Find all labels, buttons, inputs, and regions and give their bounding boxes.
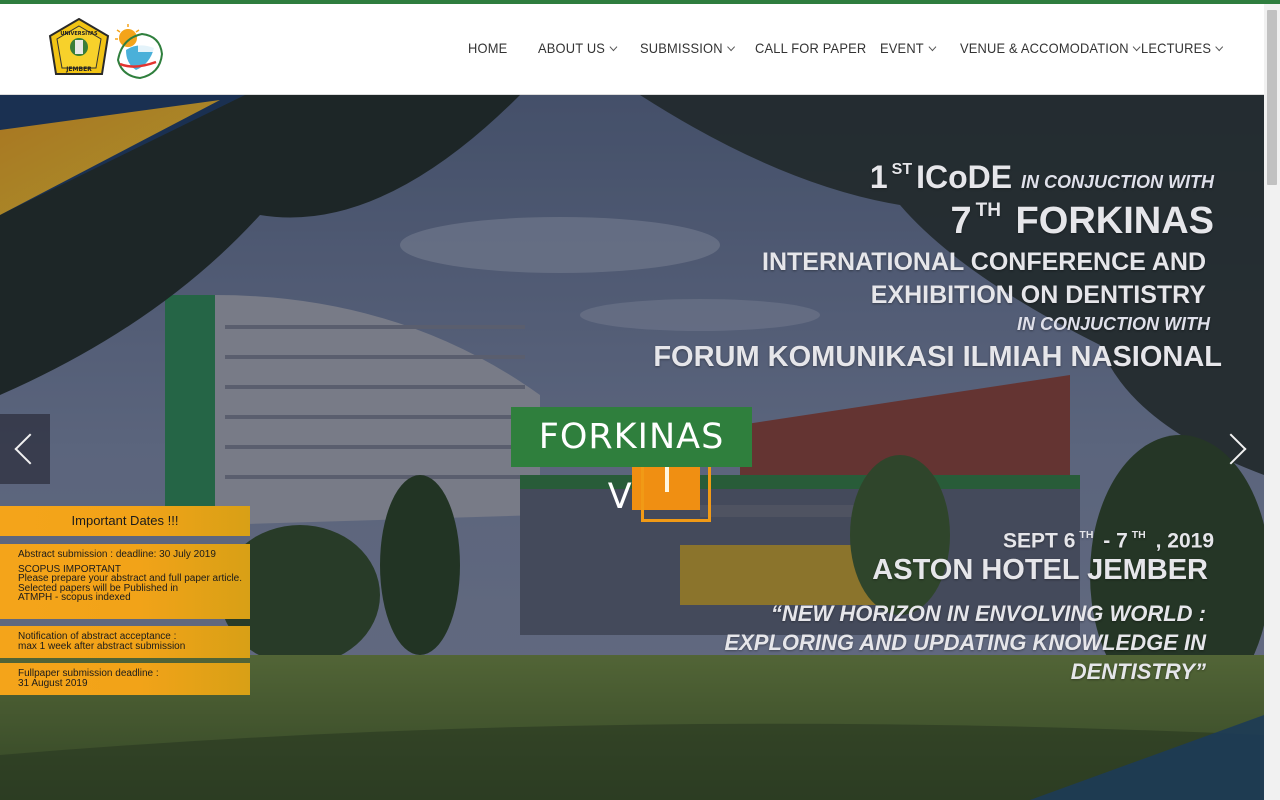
chevron-down-icon	[727, 42, 735, 52]
fullpaper-deadline-text: 31 August 2019	[18, 677, 88, 689]
site-header: JEMBER UNIVERSITAS HOME ABOUT US SUBMISS…	[0, 4, 1264, 95]
notification-deadline-text: max 1 week after abstract submission	[18, 640, 186, 652]
hero-slider: 1 ST ICoDE IN CONJUCTION WITH 7 TH FORKINAS…	[0, 95, 1264, 800]
hero-line-icode: 1 ST ICoDE IN CONJUCTION WITH	[870, 159, 1214, 196]
important-dates-abstract: Abstract submission : deadline: 30 July …	[0, 544, 250, 619]
hero-line-exhibition: EXHIBITION ON DENTISTRY	[870, 281, 1206, 309]
page-scrollbar[interactable]	[1264, 4, 1280, 800]
logo-text-jember: JEMBER	[65, 66, 92, 73]
scrollbar-thumb[interactable]	[1267, 10, 1277, 185]
hero-theme-line1: “NEW HORIZON IN ENVOLVING WORLD :	[770, 601, 1206, 626]
important-dates-notification: Notification of abstract acceptance : ma…	[0, 626, 250, 658]
icode-sup: ST	[891, 160, 913, 178]
hero-venue: ASTON HOTEL JEMBER	[872, 554, 1208, 586]
nav-submission[interactable]: SUBMISSION	[640, 40, 735, 56]
nav-venue-accomodation[interactable]: VENUE & ACCOMODATION	[960, 40, 1141, 56]
atmph-text: ATMPH - scopus indexed	[18, 592, 131, 603]
universitas-jember-logo[interactable]: JEMBER UNIVERSITAS	[48, 18, 110, 80]
forkinas-number: 7	[950, 200, 972, 243]
date-year: , 2019	[1155, 529, 1214, 553]
hero-line-conference: INTERNATIONAL CONFERENCE AND	[762, 248, 1206, 276]
nav-submission-label: SUBMISSION	[640, 40, 723, 56]
hero-line-conjuction: IN CONJUCTION WITH	[1017, 314, 1210, 334]
forkinas-badge: FORKINAS VII	[511, 407, 752, 517]
important-dates-fullpaper: Fullpaper submission deadline : 31 Augus…	[0, 663, 250, 695]
icode-tail: IN CONJUCTION WITH	[1021, 172, 1214, 192]
chevron-right-icon	[1215, 433, 1247, 465]
hero-theme-line2: EXPLORING AND UPDATING KNOWLEDGE IN	[724, 630, 1206, 655]
date-end-sup: TH	[1131, 529, 1146, 541]
chevron-down-icon	[928, 42, 937, 52]
logo-text-universitas: UNIVERSITAS	[60, 31, 98, 37]
forkinas-title: FORKINAS	[1015, 200, 1214, 243]
hero-theme-line3: DENTISTRY”	[1070, 659, 1206, 684]
forkinas-sup: TH	[975, 200, 1001, 221]
slider-next-arrow[interactable]	[1214, 414, 1264, 484]
nav-lectures-label: LECTURES	[1141, 40, 1212, 56]
abstract-deadline-text: Abstract submission : deadline: 30 July …	[18, 549, 216, 560]
icode-title: ICoDE	[916, 159, 1013, 195]
icode-number: 1	[869, 159, 888, 195]
nav-home[interactable]: HOME	[468, 40, 507, 56]
hero-line-forkinas: 7 TH FORKINAS	[951, 200, 1214, 243]
nav-about-us[interactable]: ABOUT US	[538, 40, 618, 56]
chevron-down-icon	[1133, 42, 1141, 52]
chevron-down-icon	[609, 42, 618, 52]
nav-event[interactable]: EVENT	[880, 40, 937, 56]
important-dates-title: Important Dates !!!	[0, 506, 250, 536]
date-start-sup: TH	[1079, 529, 1094, 541]
nav-call-label: CALL FOR PAPER	[755, 40, 867, 56]
date-end: - 7	[1103, 529, 1128, 553]
nav-call-for-paper[interactable]: CALL FOR PAPER	[755, 40, 866, 56]
badge-orange-frame	[641, 467, 711, 522]
nav-event-label: EVENT	[880, 40, 924, 56]
date-start: SEPT 6	[1003, 529, 1076, 553]
nav-lectures[interactable]: LECTURES	[1141, 40, 1224, 56]
hero-event-date: SEPT 6 TH - 7 TH , 2019	[1003, 529, 1214, 553]
chevron-left-icon	[14, 433, 46, 465]
chevron-down-icon	[1215, 42, 1224, 52]
nav-home-label: HOME	[468, 40, 508, 56]
conference-logo[interactable]	[112, 20, 164, 80]
nav-about-label: ABOUT US	[538, 40, 606, 56]
hero-line-forum: FORUM KOMUNIKASI ILMIAH NASIONAL	[653, 341, 1222, 373]
slider-prev-arrow[interactable]	[0, 414, 50, 484]
nav-venue-label: VENUE & ACCOMODATION	[960, 40, 1129, 56]
badge-white-bar	[665, 467, 669, 492]
